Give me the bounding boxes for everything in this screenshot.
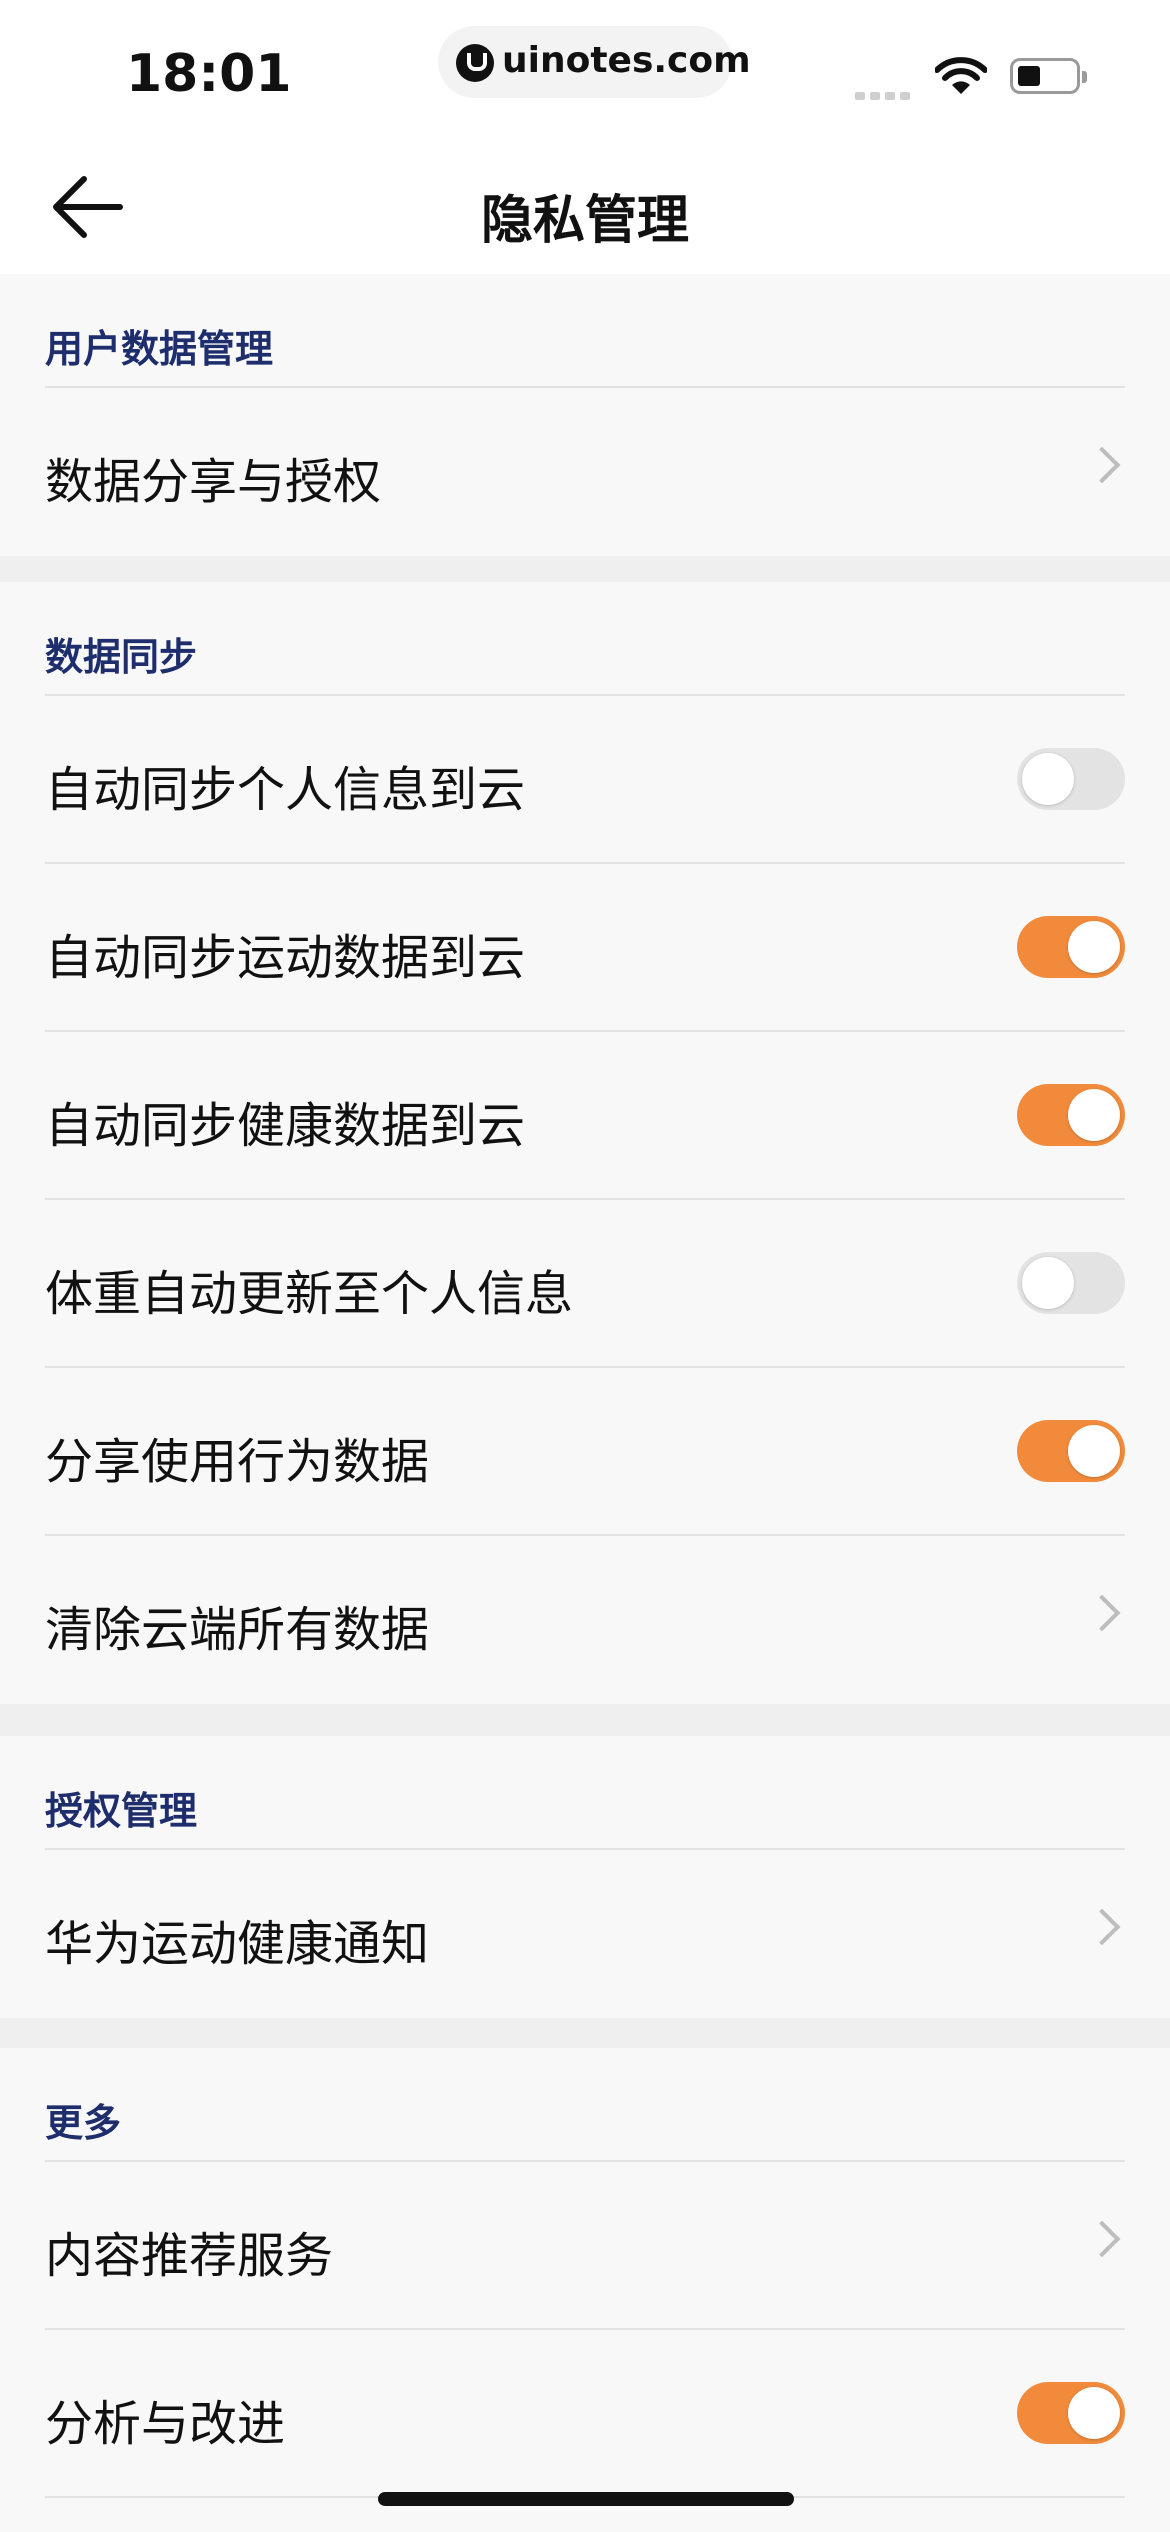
row-analysis-improvement[interactable]: 分析与改进	[45, 2330, 1125, 2498]
chevron-right-icon	[1083, 1594, 1121, 1632]
section-header-label: 授权管理	[45, 1789, 198, 1833]
row-weight-auto-update[interactable]: 体重自动更新至个人信息	[45, 1200, 1125, 1368]
section-authorization: 授权管理 华为运动健康通知	[0, 1736, 1170, 2018]
row-sync-personal-info[interactable]: 自动同步个人信息到云	[45, 696, 1125, 864]
row-label: 数据分享与授权	[45, 454, 382, 510]
section-data-sync: 数据同步 自动同步个人信息到云 自动同步运动数据到云 自动同步健康数据到云 体重…	[0, 582, 1170, 1704]
row-label: 分享使用行为数据	[45, 1434, 430, 1490]
site-logo-icon	[456, 44, 494, 82]
section-user-data: 用户数据管理 数据分享与授权	[0, 274, 1170, 556]
row-huawei-health-notifications[interactable]: 华为运动健康通知	[45, 1850, 1125, 2018]
toggle-switch[interactable]	[1017, 1252, 1125, 1314]
section-header: 数据同步	[45, 582, 1125, 696]
url-pill[interactable]: uinotes.com	[438, 26, 751, 98]
chevron-right-icon	[1083, 446, 1121, 484]
home-indicator[interactable]	[378, 2492, 794, 2506]
toggle-switch[interactable]	[1017, 1420, 1125, 1482]
section-more: 更多 内容推荐服务 分析与改进	[0, 2048, 1170, 2532]
toggle-switch[interactable]	[1017, 2382, 1125, 2444]
section-header: 更多	[45, 2048, 1125, 2162]
toggle-switch[interactable]	[1017, 748, 1125, 810]
toggle-switch[interactable]	[1017, 916, 1125, 978]
row-clear-cloud-data[interactable]: 清除云端所有数据	[45, 1536, 1125, 1704]
row-label: 内容推荐服务	[45, 2228, 334, 2284]
row-label: 华为运动健康通知	[45, 1916, 430, 1972]
row-sync-exercise-data[interactable]: 自动同步运动数据到云	[45, 864, 1125, 1032]
wifi-icon	[935, 57, 987, 94]
page-title: 隐私管理	[480, 191, 689, 251]
section-header: 授权管理	[45, 1736, 1125, 1850]
row-label: 自动同步健康数据到云	[45, 1098, 526, 1154]
chevron-right-icon	[1083, 2220, 1121, 2258]
row-sync-health-data[interactable]: 自动同步健康数据到云	[45, 1032, 1125, 1200]
url-text: uinotes.com	[502, 40, 751, 81]
toggle-switch[interactable]	[1017, 1084, 1125, 1146]
section-header-label: 数据同步	[45, 635, 198, 679]
cellular-signal-icon	[855, 85, 915, 100]
status-bar: 18:01 uinotes.com	[0, 0, 1170, 140]
row-share-usage-data[interactable]: 分享使用行为数据	[45, 1368, 1125, 1536]
section-header-label: 更多	[45, 2101, 122, 2145]
row-label: 体重自动更新至个人信息	[45, 1266, 574, 1322]
chevron-right-icon	[1083, 1908, 1121, 1946]
row-label: 清除云端所有数据	[45, 1602, 430, 1658]
privacy-settings-screen: 18:01 uinotes.com 隐私管理 用户数据管理 数据分享与授权 数据…	[0, 0, 1170, 2532]
battery-icon	[1010, 58, 1087, 94]
row-label: 自动同步运动数据到云	[45, 930, 526, 986]
row-content-recommendation[interactable]: 内容推荐服务	[45, 2162, 1125, 2330]
row-label: 自动同步个人信息到云	[45, 762, 526, 818]
section-header-label: 用户数据管理	[45, 327, 274, 371]
section-header: 用户数据管理	[45, 274, 1125, 388]
row-data-sharing-authorization[interactable]: 数据分享与授权	[45, 388, 1125, 556]
nav-bar: 隐私管理	[0, 140, 1170, 274]
status-time: 18:01	[126, 44, 292, 104]
row-label: 分析与改进	[45, 2396, 286, 2452]
